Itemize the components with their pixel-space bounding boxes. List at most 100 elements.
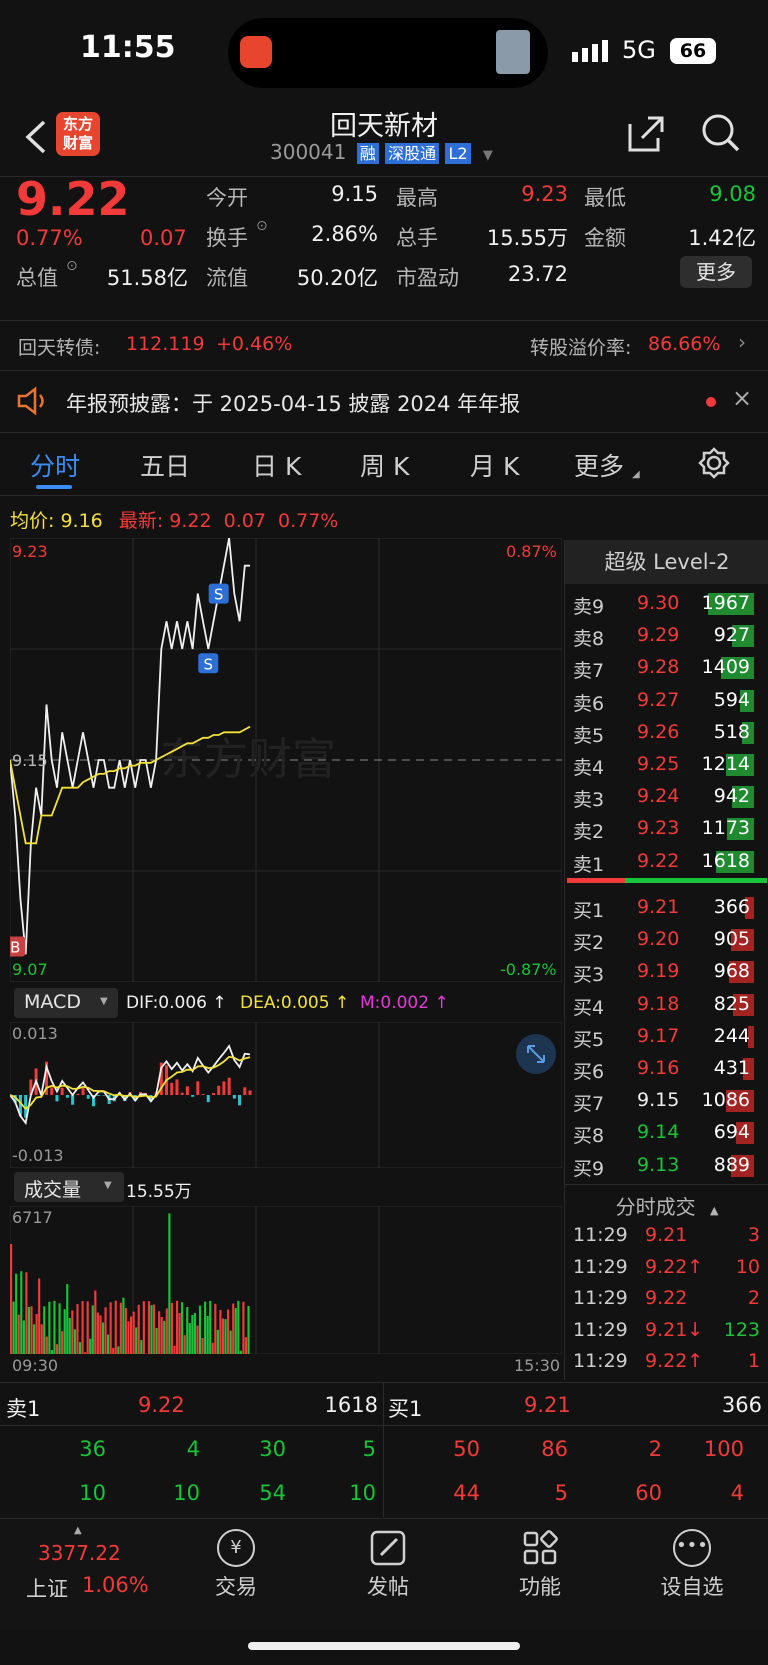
tab-monthly[interactable]: 月 K [470,447,519,483]
intraday-chart[interactable]: 东方财富 B S S 9.23 9.15 9.07 0.87% -0.87% [10,538,562,982]
tab-intraday[interactable]: 分时 [30,447,80,483]
volume-bar [232,1303,235,1354]
edit-icon [369,1529,407,1567]
volume-bar [186,1306,189,1354]
volume-bar [63,1309,66,1354]
volume-bar [239,1350,242,1354]
volume-bar [91,1305,94,1354]
bid-row[interactable]: 买6 9.16 431 [565,1053,768,1085]
avg-value: 9.16 [60,510,103,532]
ask-row[interactable]: 卖4 9.25 1214 [565,749,768,781]
volume-bar [147,1301,151,1354]
volume-bar [163,1320,166,1354]
tag-l2: L2 [445,143,471,164]
bid-row[interactable]: 买9 9.13 889 [565,1150,768,1182]
volume-chart[interactable]: 6717 09:30 15:30 [10,1206,562,1375]
search-icon[interactable] [700,112,742,154]
orderbook-title[interactable]: 超级 Level-2 [565,540,768,584]
macd-bar [81,1088,85,1095]
volume-bar [43,1306,46,1354]
bottom-nav: ▲ 3377.22 上证 1.06% ¥ 交易 发帖 功能 ••• 设自选 [0,1518,768,1629]
tab-five-day[interactable]: 五日 [140,447,190,483]
macd-selector[interactable]: MACD ▼ [14,988,118,1018]
volume-bar [35,1313,38,1354]
ask-row[interactable]: 卖6 9.27 594 [565,685,768,717]
ask-row[interactable]: 卖9 9.30 1967 [565,588,768,620]
volume-bar [30,1306,33,1354]
nav-post-label: 发帖 [367,1575,409,1599]
nav-trade[interactable]: ¥ 交易 [176,1529,296,1601]
nav-add-watchlist[interactable]: ••• 设自选 [632,1529,752,1601]
bid-label: 买2 [573,932,605,955]
tick-volume: 1 [747,1350,760,1372]
ask-price: 9.30 [637,592,680,614]
notice-banner[interactable]: 年报预披露：于 2025-04-15 披露 2024 年年报 × [0,372,768,430]
nav-post[interactable]: 发帖 [328,1529,448,1601]
convertible-bond-row[interactable]: 回天转债: 112.119 +0.46% 转股溢价率: 86.66% › [0,320,768,371]
bid-label: 买5 [573,1028,605,1051]
queue-bid-order: 50 [453,1437,480,1461]
info-icon[interactable]: ⊙ [256,218,268,234]
volume-bar [221,1318,225,1354]
macd-bar [196,1081,200,1095]
bid-label: 买9 [573,1157,605,1180]
bond-label: 回天转债: [18,337,101,359]
bid-row[interactable]: 买7 9.15 1086 [565,1085,768,1117]
tab-weekly[interactable]: 周 K [360,447,409,483]
bid-row[interactable]: 买3 9.19 968 [565,956,768,988]
volume-header: 成交量 ▼ 15.55万 [10,1172,562,1204]
bid-row[interactable]: 买8 9.14 694 [565,1117,768,1149]
chevron-right-icon: › [738,330,746,354]
x-start-label: 09:30 [12,1356,59,1375]
bid-row[interactable]: 买4 9.18 825 [565,989,768,1021]
bid-volume: 431 [713,1057,750,1079]
volume-bar [101,1322,105,1354]
volume-bar [183,1335,186,1354]
ask-row[interactable]: 卖7 9.28 1409 [565,652,768,684]
volume-bar [224,1319,227,1354]
album-thumb [496,30,530,74]
expand-icon[interactable] [516,1034,556,1074]
volume-bar [40,1324,43,1354]
bid-label: 买4 [573,996,605,1019]
volume-bar [237,1300,240,1354]
y-mid-label: 9.15 [12,751,48,770]
nav-functions[interactable]: 功能 [480,1529,600,1601]
queue-bid-order: 60 [635,1481,662,1505]
tab-more[interactable]: 更多 [574,447,624,483]
index-ticker[interactable]: ▲ 3377.22 上证 1.06% [16,1525,156,1601]
macd-dif: DIF:0.006 ↑ [126,993,227,1013]
ask-price: 9.23 [637,817,680,840]
bid-row[interactable]: 买1 9.21 366 [565,892,768,924]
tab-daily[interactable]: 日 K [252,447,301,483]
volume-bar [84,1352,87,1354]
bid-row[interactable]: 买2 9.20 905 [565,924,768,956]
ask-price: 9.24 [637,785,680,808]
ask-row[interactable]: 卖1 9.22 1618 [565,846,768,878]
ask-label: 卖6 [573,692,605,715]
settings-icon[interactable] [698,447,730,479]
ticks-title-row[interactable]: 分时成交 ▲ [565,1184,768,1219]
bid-label: 买8 [573,1125,605,1148]
macd-bar [191,1095,195,1097]
bid-row[interactable]: 买5 9.17 244 [565,1021,768,1053]
stock-code-row[interactable]: 300041 融 深股通 L2 ▼ [270,140,510,168]
intraday-chart-svg: 东方财富 B S S [10,538,562,982]
volume-selector[interactable]: 成交量 ▼ [14,1172,124,1202]
volume-bar [107,1334,110,1354]
more-button[interactable]: 更多 [680,256,752,288]
close-icon[interactable]: × [732,384,752,412]
label-float: 流值 [206,266,248,290]
ask-row[interactable]: 卖2 9.23 1173 [565,813,768,845]
ask-row[interactable]: 卖8 9.29 927 [565,620,768,652]
volume-bar [50,1350,54,1354]
ask-row[interactable]: 卖5 9.26 518 [565,717,768,749]
volume-bar [45,1336,48,1354]
ask-row[interactable]: 卖3 9.24 942 [565,781,768,813]
last-pct: 0.77% [277,510,339,532]
share-icon[interactable] [626,114,666,154]
macd-chart[interactable]: 0.013 -0.013 [10,1022,562,1168]
info-icon[interactable]: ⊙ [66,258,78,274]
speaker-icon [16,386,50,416]
ask-volume: 1173 [701,817,750,840]
